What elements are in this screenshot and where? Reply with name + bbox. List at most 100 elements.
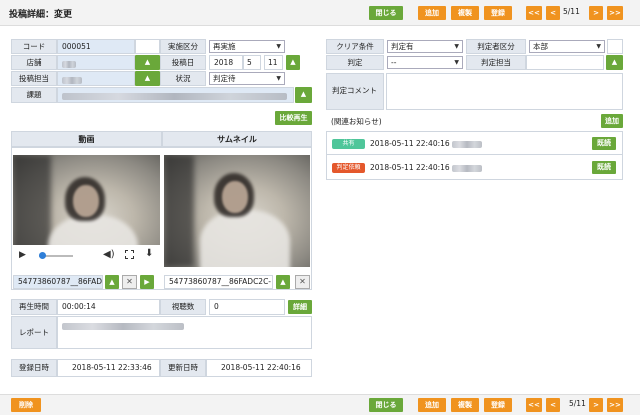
video-file-field: 54773860787__86FADC2C- [13,275,103,289]
video-figure-face [73,185,99,217]
bottom-toolbar: 削除 閉じる 追加 複製 登録 << < 5/11 > >> [0,394,640,415]
news-read-button[interactable]: 既読 [592,137,616,150]
poster-label: 投稿担当 [11,71,57,86]
thumb-file-field: 54773860787__86FADC2C- [164,275,273,289]
views-label: 視聴数 [160,299,206,315]
status-select[interactable]: 判定待 ▼ [209,72,285,85]
subject-value [57,87,294,103]
news-read-button[interactable]: 既読 [592,161,616,174]
store-value [57,55,135,70]
news-badge: 判定依頼 [332,163,365,173]
add-button[interactable]: 追加 [418,6,446,20]
judge-comment-field[interactable] [386,73,623,110]
top-toolbar: 投稿詳細：変更 閉じる 追加 複製 登録 << < 5/11 > >> [0,0,640,26]
code-value: 000051 [57,39,135,54]
post-date-label: 投稿日 [160,55,206,70]
post-year-field[interactable]: 2018 [209,55,243,70]
status-label: 状況 [160,71,206,86]
judge-select[interactable]: -- ▼ [387,56,463,69]
thumb-shadow [164,155,194,267]
news-datetime: 2018-05-11 22:40:16 [370,139,483,148]
subject-label: 課題 [11,87,57,103]
pager-next-button[interactable]: > [589,398,603,412]
pager-prev-button[interactable]: < [546,6,560,20]
report-label: レポート [11,316,57,349]
redacted-text [62,93,287,100]
news-datetime: 2018-05-11 22:40:16 [370,163,483,172]
poster-picker-button[interactable]: ▲ [135,71,160,86]
judge-label: 判定 [326,55,384,70]
news-badge: 共有 [332,139,365,149]
close-button[interactable]: 閉じる [369,398,403,412]
pager-page-indicator: 5/11 [569,399,586,408]
thumb-figure-body [200,210,290,267]
thumbnail-header: サムネイル [162,131,312,147]
video-clear-button[interactable]: ✕ [122,275,137,289]
clear-condition-label: クリア条件 [326,39,384,54]
chevron-down-icon: ▼ [596,43,601,50]
pager-first-button[interactable]: << [526,398,542,412]
volume-icon[interactable]: ◀) [103,249,115,260]
video-controls: ▶ ◀) ⬇ [13,245,160,267]
video-upload-button[interactable]: ▲ [105,275,119,289]
judge-comment-label: 判定コメント [326,73,384,110]
video-header: 動画 [11,131,162,147]
created-value: 2018-05-11 22:33:46 [57,359,160,377]
fullscreen-icon[interactable] [125,250,134,259]
post-day-field[interactable]: 11 [264,55,283,70]
redacted-text [452,164,483,172]
store-picker-button[interactable]: ▲ [135,55,160,70]
play-time-label: 再生時間 [11,299,57,315]
detail-button[interactable]: 詳細 [288,300,312,314]
add-button[interactable]: 追加 [418,398,446,412]
post-month-field[interactable]: 5 [243,55,261,70]
seek-handle[interactable] [39,252,46,259]
thumb-figure-face [222,181,248,213]
pager-prev-button[interactable]: < [546,398,560,412]
judge-type-select[interactable]: 本部 ▼ [529,40,605,53]
news-add-button[interactable]: 追加 [601,114,623,128]
chevron-down-icon: ▼ [454,59,459,66]
thumb-clear-button[interactable]: ✕ [295,275,310,289]
news-item: 判定依頼 2018-05-11 22:40:16 既読 [327,156,622,179]
chevron-down-icon: ▼ [276,43,281,50]
duplicate-button[interactable]: 複製 [451,398,479,412]
poster-value [57,71,135,86]
pager-page-indicator: 5/11 [563,7,580,16]
redacted-text [62,322,184,330]
judge-person-picker-button[interactable]: ▲ [606,55,623,70]
clear-condition-select[interactable]: 判定有 ▼ [387,40,463,53]
thumbnail-image [164,155,310,267]
report-value[interactable] [57,316,312,349]
store-label: 店舗 [11,55,57,70]
views-value: 0 [209,299,285,315]
created-label: 登録日時 [11,359,57,377]
calendar-button[interactable]: ▲ [286,55,300,70]
updated-value: 2018-05-11 22:40:16 [206,359,312,377]
redacted-text [62,77,82,84]
pager-next-button[interactable]: > [589,6,603,20]
category-select[interactable]: 再実施 ▼ [209,40,285,53]
duplicate-button[interactable]: 複製 [451,6,479,20]
compare-play-button[interactable]: 比較再生 [275,111,312,125]
close-button[interactable]: 閉じる [369,6,403,20]
judge-type-spacer [607,39,623,54]
thumb-upload-button[interactable]: ▲ [276,275,290,289]
video-play-button[interactable]: ▶ [140,275,154,289]
redacted-text [452,140,483,148]
delete-button[interactable]: 削除 [11,398,41,412]
register-button[interactable]: 登録 [484,6,512,20]
download-icon[interactable]: ⬇ [145,248,153,259]
register-button[interactable]: 登録 [484,398,512,412]
updated-label: 更新日時 [160,359,206,377]
judge-type-label: 判定者区分 [466,39,526,54]
code-label: コード [11,39,57,54]
pager-last-button[interactable]: >> [607,6,623,20]
video-player[interactable]: ▶ ◀) ⬇ [13,155,160,267]
play-icon[interactable]: ▶ [19,250,26,260]
pager-last-button[interactable]: >> [607,398,623,412]
news-item: 共有 2018-05-11 22:40:16 既読 [327,132,622,155]
subject-picker-button[interactable]: ▲ [295,87,312,103]
judge-person-label: 判定担当 [466,55,526,70]
pager-first-button[interactable]: << [526,6,542,20]
